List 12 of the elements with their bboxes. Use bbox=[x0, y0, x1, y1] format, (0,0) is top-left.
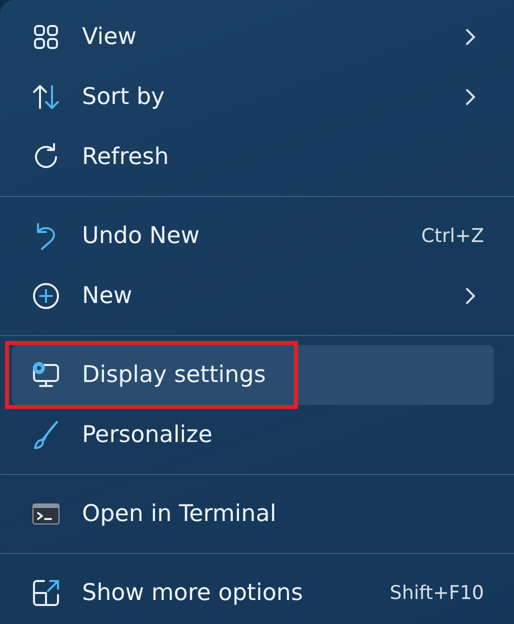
menu-item[interactable]: Refresh bbox=[12, 127, 494, 187]
menu-item[interactable]: Personalize bbox=[12, 405, 494, 465]
menu-item[interactable]: Undo New Ctrl+Z bbox=[12, 206, 494, 266]
menu-item[interactable]: Show more options Shift+F10 bbox=[12, 563, 494, 623]
menu-item[interactable]: View bbox=[12, 7, 494, 67]
expand-icon bbox=[30, 577, 62, 609]
shortcut-text: Ctrl+Z bbox=[421, 225, 484, 247]
shortcut-text: Shift+F10 bbox=[390, 582, 484, 604]
menu-item[interactable]: Open in Terminal bbox=[12, 484, 494, 544]
add-icon bbox=[30, 280, 62, 312]
menu-item[interactable]: Sort by bbox=[12, 67, 494, 127]
menu-item[interactable]: New bbox=[12, 266, 494, 326]
